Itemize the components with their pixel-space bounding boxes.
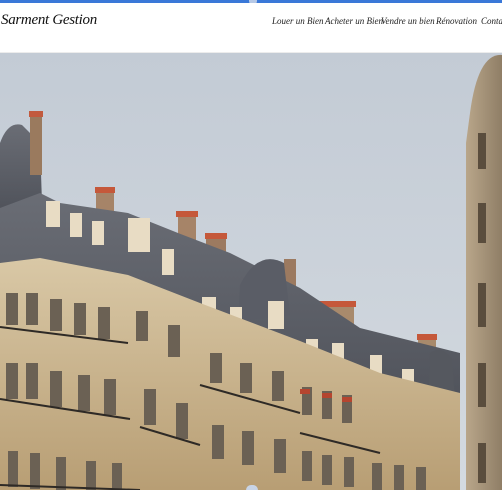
- hero-photo-svg: [0, 53, 502, 490]
- main-nav: Louer un Bien Acheter un Bien Vendre un …: [0, 16, 502, 30]
- hero-image: [0, 53, 502, 490]
- bottom-scroll-handle[interactable]: [246, 485, 258, 490]
- page: Sarment Gestion Louer un Bien Acheter un…: [0, 0, 502, 490]
- chimney-3-pots: [205, 233, 227, 239]
- nav-louer[interactable]: Louer un Bien: [272, 16, 324, 26]
- chimney-8-pots: [417, 334, 437, 340]
- nav-acheter[interactable]: Acheter un Bien: [325, 16, 383, 26]
- chimney-1-pots: [95, 187, 115, 193]
- right-foreground-building: [466, 54, 502, 490]
- nav-renovation[interactable]: Rénovation: [436, 16, 477, 26]
- left-chimney-pots: [29, 111, 43, 117]
- nav-vendre[interactable]: Vendre un bien: [381, 16, 435, 26]
- site-header: Sarment Gestion Louer un Bien Acheter un…: [0, 3, 502, 53]
- left-chimney: [30, 115, 42, 175]
- nav-contact[interactable]: Contact: [481, 16, 502, 26]
- chimney-2-pots: [176, 211, 198, 217]
